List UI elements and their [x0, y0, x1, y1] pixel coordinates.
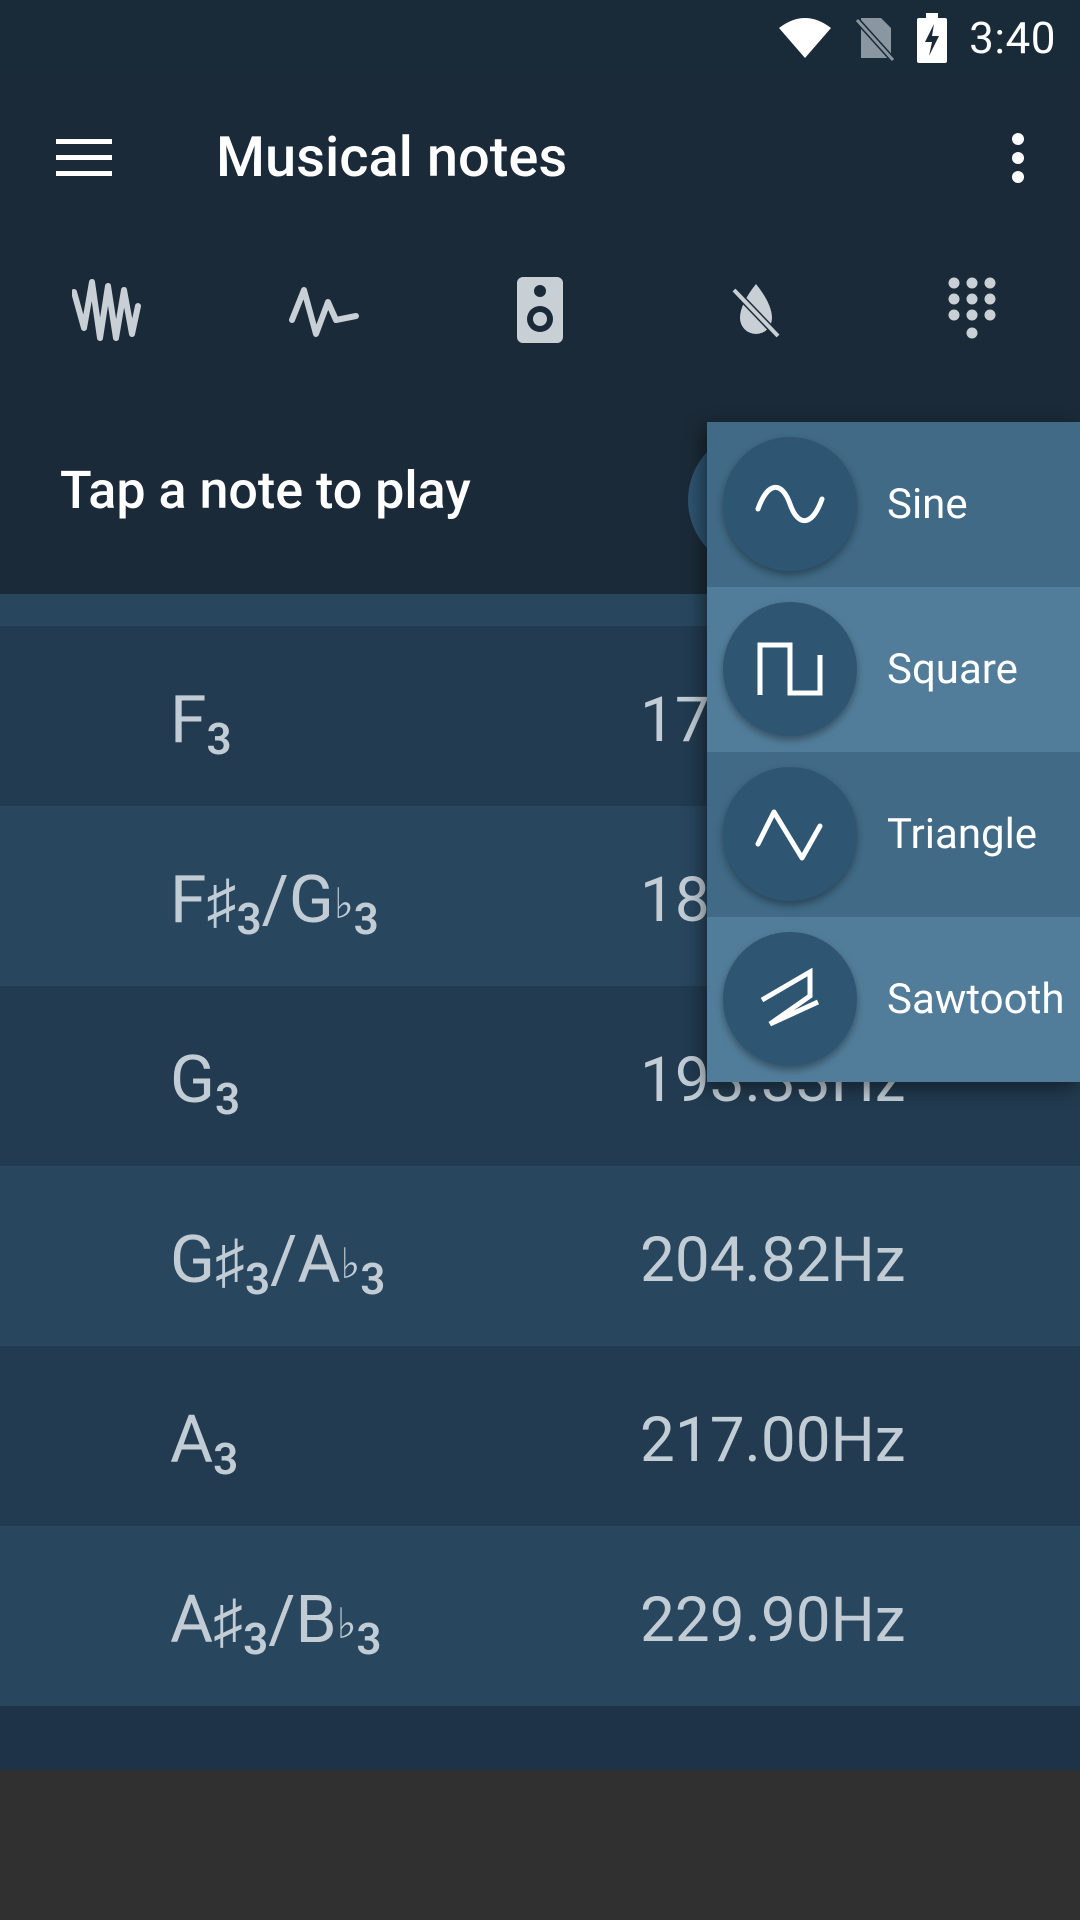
overflow-menu-button[interactable] — [968, 110, 1068, 210]
battery-charging-icon — [917, 13, 948, 63]
no-sim-icon — [855, 14, 896, 62]
note-row[interactable]: A♯3/B♭3 229.90Hz — [0, 1526, 1080, 1706]
waveform-label: Sine — [887, 480, 968, 529]
waveform-option-square[interactable]: Square — [707, 587, 1080, 752]
noise-generator-tab[interactable] — [0, 242, 216, 382]
system-navigation-bar — [0, 1770, 1080, 1920]
dialpad-icon — [946, 276, 998, 348]
dialpad-tab[interactable] — [864, 242, 1080, 382]
waveform-icon — [288, 280, 360, 344]
note-name: F♯3/G♭3 — [170, 862, 379, 945]
sawtooth-wave-icon — [723, 932, 857, 1066]
status-time: 3:40 — [969, 12, 1056, 64]
note-frequency: 204.82Hz — [640, 1224, 906, 1297]
waveform-option-sawtooth[interactable]: Sawtooth — [707, 917, 1080, 1082]
waveform-option-triangle[interactable]: Triangle — [707, 752, 1080, 917]
page-title: Musical notes — [216, 124, 568, 190]
note-name: G3 — [170, 1042, 241, 1125]
note-frequency: 17 — [640, 684, 710, 757]
triangle-wave-icon — [723, 767, 857, 901]
sine-wave-icon — [723, 437, 857, 571]
waveform-label: Square — [887, 645, 1018, 694]
navigation-menu-button[interactable] — [34, 110, 134, 210]
waveform-tab[interactable] — [216, 242, 432, 382]
note-name: G♯3/A♭3 — [170, 1222, 386, 1305]
waveform-option-sine[interactable]: Sine — [707, 422, 1080, 587]
tap-prompt-label: Tap a note to play — [60, 460, 471, 521]
note-frequency: 18 — [640, 864, 710, 937]
tool-bar — [0, 242, 1080, 422]
note-row[interactable]: A3 217.00Hz — [0, 1346, 1080, 1526]
note-frequency: 217.00Hz — [640, 1404, 906, 1477]
speaker-tab[interactable] — [432, 242, 648, 382]
hamburger-icon — [56, 138, 112, 182]
wifi-icon — [777, 16, 833, 60]
more-vert-icon — [1010, 133, 1026, 187]
mute-tab[interactable] — [648, 242, 864, 382]
status-icons: 3:40 — [777, 10, 1056, 66]
note-frequency: 229.90Hz — [640, 1584, 906, 1657]
waveform-menu: Sine Square Triangle Sawtooth — [707, 422, 1080, 1082]
square-wave-icon — [723, 602, 857, 736]
noise-wave-icon — [71, 276, 144, 348]
waveform-label: Sawtooth — [887, 975, 1065, 1024]
app-bar: Musical notes — [0, 74, 1080, 242]
speaker-icon — [517, 277, 563, 347]
note-row[interactable]: G♯3/A♭3 204.82Hz — [0, 1166, 1080, 1346]
note-name: F3 — [170, 682, 232, 765]
waveform-label: Triangle — [887, 810, 1038, 859]
note-name: A3 — [170, 1402, 239, 1485]
status-bar: 3:40 — [0, 0, 1080, 74]
mute-drop-icon — [728, 280, 784, 344]
note-name: A♯3/B♭3 — [170, 1582, 382, 1665]
